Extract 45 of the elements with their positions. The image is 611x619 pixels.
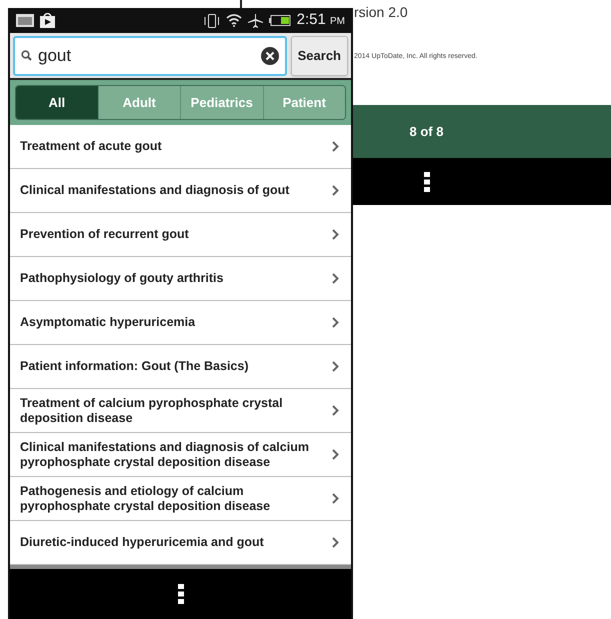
battery-icon (268, 15, 291, 26)
wifi-icon (226, 14, 242, 27)
search-icon (21, 50, 32, 60)
pager-text: 8 of 8 (410, 122, 444, 141)
chevron-icon (332, 185, 339, 196)
search-field[interactable]: gout (13, 36, 287, 76)
image-icon (16, 14, 34, 27)
more-menu-icon[interactable] (178, 584, 184, 604)
result-row[interactable]: Pathophysiology of gouty arthritis (10, 257, 351, 301)
clear-icon[interactable] (260, 46, 279, 64)
result-title: Treatment of calcium pyrophosphate crystal deposition disease (20, 396, 284, 426)
version-text: rsion 2.0 (354, 3, 409, 21)
clock-text: 2:51 PM (296, 10, 345, 30)
result-title: Pathogenesis and etiology of calcium pyrophosphate crystal deposition disease (20, 484, 272, 514)
shopping-bag-icon (40, 13, 55, 28)
chevron-icon (332, 537, 339, 548)
chevron-icon (332, 449, 339, 460)
result-row[interactable]: Asymptomatic hyperuricemia (10, 301, 351, 345)
result-row[interactable]: Prevention of recurrent gout (10, 213, 351, 257)
airplane-icon (248, 14, 263, 28)
result-title: Clinical manifestations and diagnosis of calcium pyrophosphate crystal deposition disease (20, 440, 310, 470)
chevron-icon (332, 361, 339, 372)
result-title: Diuretic-induced hyperuricemia and gout (20, 535, 265, 550)
chevron-icon (332, 273, 339, 284)
chevron-icon (332, 405, 339, 416)
result-row[interactable]: Treatment of calcium pyrophosphate crystal deposition disease (10, 389, 351, 433)
more-menu-icon[interactable] (424, 172, 430, 192)
result-row[interactable]: Patient information: Gout (The Basics) (10, 345, 351, 389)
chevron-icon (332, 317, 339, 328)
search-button[interactable]: Search (290, 36, 348, 76)
result-title: Prevention of recurrent gout (20, 227, 190, 242)
vibrate-icon (204, 14, 220, 28)
result-title: Clinical manifestations and diagnosis of gout (20, 183, 290, 198)
chevron-icon (332, 141, 339, 152)
result-row[interactable]: Treatment of acute gout (10, 125, 351, 169)
result-title: Asymptomatic hyperuricemia (20, 315, 196, 330)
result-row[interactable]: Clinical manifestations and diagnosis of gout (10, 169, 351, 213)
result-title: Pathophysiology of gouty arthritis (20, 271, 224, 286)
filter-tab[interactable]: All (16, 86, 98, 119)
result-title: Treatment of acute gout (20, 139, 163, 154)
result-row[interactable]: Pathogenesis and etiology of calcium pyrophosphate crystal deposition disease (10, 477, 351, 521)
result-row[interactable]: Clinical manifestations and diagnosis of calcium pyrophosphate crystal deposition disease (10, 433, 351, 477)
result-title: Patient information: Gout (The Basics) (20, 359, 250, 374)
chevron-icon (332, 229, 339, 240)
chevron-icon (332, 493, 339, 504)
